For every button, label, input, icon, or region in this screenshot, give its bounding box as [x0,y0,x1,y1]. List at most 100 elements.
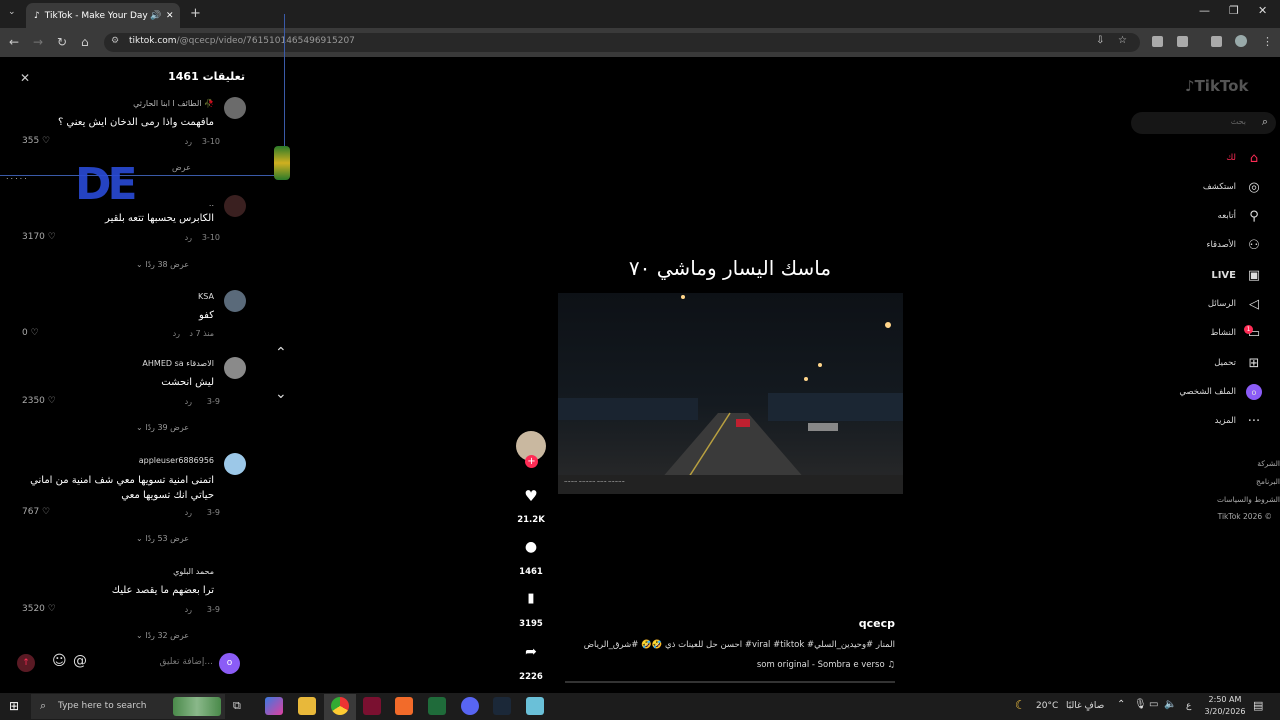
chrome-icon[interactable] [331,697,349,715]
browser-tab[interactable]: ♪ TikTok - Make Your Day 🔊 ✕ [26,3,180,28]
restore-icon[interactable]: ❐ [1229,4,1239,17]
file-explorer-icon[interactable] [298,697,316,715]
app-a-icon[interactable] [363,697,381,715]
bookmark-icon[interactable]: ▮ [517,591,545,606]
avatar[interactable] [224,97,246,119]
install-app-icon[interactable]: ⇩ [1096,35,1104,46]
next-video-icon[interactable]: ⌄ [275,386,287,402]
reply-button[interactable]: رد [185,508,192,517]
user-avatar[interactable]: o [219,653,240,674]
weather-text[interactable]: صافٍ غالبًا [1066,701,1104,711]
menu-kebab-icon[interactable]: ⋮ [1262,35,1273,48]
network-icon[interactable]: ▭ [1149,699,1158,710]
tab-close-icon[interactable]: ✕ [166,11,174,21]
discord-icon[interactable] [461,697,479,715]
footer-link[interactable]: الشروط والسياسات [1217,495,1280,504]
sidebar-item-upload[interactable]: تحميل ⊞ [1214,355,1262,371]
comment-author[interactable]: ابنا الحارثي l الطائف 🥀 [133,99,214,108]
clock-time[interactable]: 2:50 AM [1206,695,1244,704]
copilot-icon[interactable] [265,697,283,715]
music-label[interactable]: som original - Sombra e verso ♫ [757,660,895,670]
url-input[interactable]: ⚙ tiktok.com/@qcecp/video/76151014654969… [104,33,1140,52]
like-heart-icon[interactable]: ♥ [517,487,545,505]
sidebar-item-more[interactable]: المزيد ··· [1215,413,1262,429]
bookmark-star-icon[interactable]: ☆ [1118,35,1127,46]
comment-author[interactable]: AHMED sa الاصدقاء [142,359,214,368]
brave-icon[interactable] [395,697,413,715]
like-count[interactable]: 767 ♡ [22,507,50,517]
footer-link[interactable]: الشركة [1257,459,1280,468]
send-arrow-icon[interactable]: ↑ [17,654,35,672]
sidebar-item-foryou[interactable]: لك ⌂ [1226,150,1262,166]
sidebar-item-friends[interactable]: الأصدقاء ⚇ [1206,237,1262,253]
profile-avatar-icon[interactable] [1235,35,1247,47]
emoji-icon[interactable]: ☺ [52,653,67,669]
steam-icon[interactable] [493,697,511,715]
follow-plus-icon[interactable]: + [525,455,538,468]
volume-icon[interactable]: 🔈 [1164,699,1176,710]
sidebar-item-explore[interactable]: استكشف ◎ [1203,179,1262,195]
app-icon[interactable] [526,697,544,715]
video-player[interactable]: ~~~~ ~~~~~ ~~~ ~~~~~ [558,293,903,494]
share-arrow-icon[interactable]: ➦ [517,644,545,660]
sidebar-item-messages[interactable]: الرسائل ◁ [1208,296,1262,312]
avatar[interactable] [224,290,246,312]
extensions-puzzle-icon[interactable] [1177,36,1188,47]
like-count[interactable]: 3520 ♡ [22,604,56,614]
sidebar-item-live[interactable]: LIVE ▣ [1211,267,1262,283]
taskbar-search-input[interactable]: ⌕ Type here to search [31,694,225,719]
weather-temp[interactable]: 20°C [1036,701,1058,711]
like-count[interactable]: 2350 ♡ [22,396,56,406]
tiktok-logo[interactable]: ♪TikTok [1185,77,1248,95]
input-language[interactable]: ع [1186,701,1191,711]
task-view-icon[interactable]: ⧉ [233,699,241,713]
sidebar-item-profile[interactable]: الملف الشخصي o [1179,384,1262,400]
previous-video-icon[interactable]: ⌃ [275,345,287,361]
view-replies-button[interactable]: ⌄ عرض 38 ردًا [136,260,189,269]
view-replies-button[interactable]: ⌄ عرض 53 ردًا [136,534,189,543]
mention-icon[interactable]: @ [73,653,87,669]
reply-button[interactable]: رد [173,329,180,338]
clock-date[interactable]: 3/20/2026 [1203,707,1247,716]
avatar[interactable] [224,357,246,379]
sidebar-item-following[interactable]: أتابعه ⚲ [1218,208,1262,224]
sidebar-item-activity[interactable]: النشاط ▭ [1210,325,1262,341]
microphone-icon[interactable]: 🎙 [1134,699,1147,710]
reply-button[interactable]: رد [185,137,192,146]
site-info-icon[interactable]: ⚙ [111,36,119,46]
window-close-icon[interactable]: ✕ [1258,4,1267,17]
tray-chevron-icon[interactable]: ⌃ [1117,699,1125,710]
reload-icon[interactable]: ↻ [57,35,67,49]
media-icon[interactable] [1211,36,1222,47]
comment-bubble-icon[interactable]: ● [517,539,545,555]
comment-author[interactable]: appleuser6886956 [139,456,214,465]
new-tab-icon[interactable]: + [190,6,201,21]
video-author[interactable]: qcecp [859,617,895,630]
excel-icon[interactable] [428,697,446,715]
avatar[interactable] [224,195,246,217]
avatar[interactable] [224,453,246,475]
view-replies-button[interactable]: ⌄ عرض 32 ردًا [136,631,189,640]
notifications-icon[interactable]: ▤ [1253,699,1263,712]
comment-author[interactable]: .. [209,199,214,208]
reply-button[interactable]: رد [185,397,192,406]
like-count[interactable]: 0 ♡ [22,328,39,338]
back-icon[interactable]: ← [9,35,19,49]
close-comments-icon[interactable]: ✕ [20,71,30,85]
extension-icon[interactable] [1152,36,1163,47]
like-count[interactable]: 3170 ♡ [22,232,56,242]
footer-link[interactable]: البرنامج [1256,477,1280,486]
comment-author[interactable]: KSA [198,292,214,301]
reply-button[interactable]: رد [185,605,192,614]
minimize-icon[interactable]: — [1199,4,1210,17]
search-icon[interactable]: ⌕ [1262,115,1268,129]
video-progress-bar[interactable] [565,681,895,683]
comment-input[interactable]: إضافة تعليق... [159,657,213,667]
home-page-icon[interactable]: ⌂ [81,35,89,49]
windows-start-icon[interactable]: ⊞ [9,699,19,713]
search-input[interactable]: بحث ⌕ [1131,112,1276,134]
reply-button[interactable]: رد [185,233,192,242]
tab-list-icon[interactable]: ⌄ [8,7,16,17]
view-replies-button[interactable]: ⌄ عرض 39 ردًا [136,423,189,432]
comment-author[interactable]: محمد البلوي [173,567,214,576]
